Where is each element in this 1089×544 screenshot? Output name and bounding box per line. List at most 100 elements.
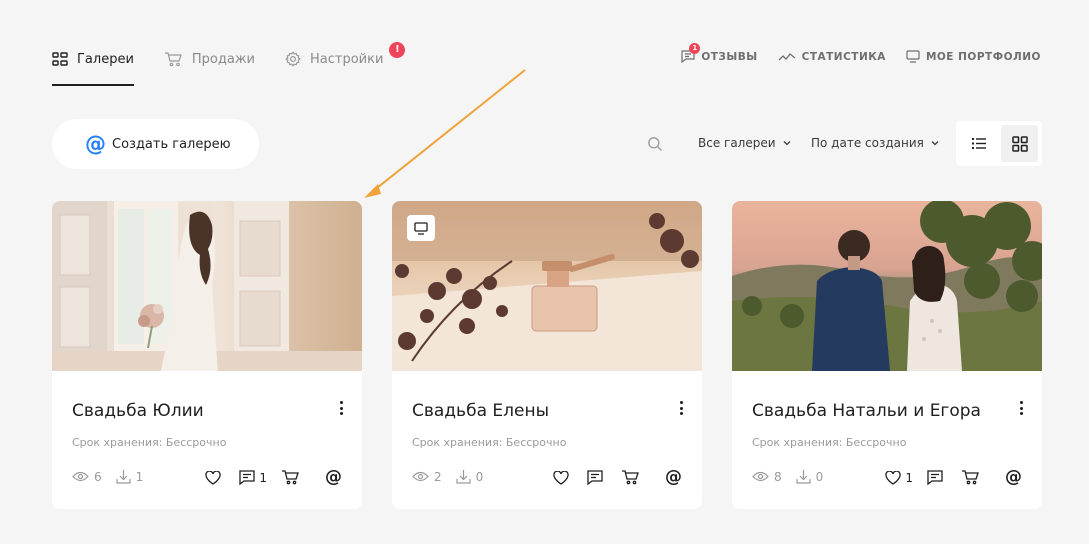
gallery-actions: @ <box>539 469 682 486</box>
create-gallery-label: Создать галерею <box>112 136 231 152</box>
gallery-card[interactable]: Свадьба Елены Срок хранения: Бессрочно 2… <box>392 201 702 509</box>
likes-value: 1 <box>905 470 913 485</box>
gallery-cover-photo[interactable] <box>392 201 702 371</box>
share-email-icon[interactable]: @ <box>325 469 342 486</box>
more-options-button[interactable] <box>678 401 684 415</box>
search-icon[interactable] <box>647 136 663 152</box>
eye-icon <box>752 471 769 482</box>
list-icon <box>971 138 986 149</box>
nav-stats-label: СТАТИСТИКА <box>801 50 886 63</box>
heart-icon <box>553 470 569 485</box>
nav-tab-galleries-label: Галереи <box>77 51 134 67</box>
gallery-card[interactable]: Свадьба Натальи и Егора Срок хранения: Б… <box>732 201 1042 509</box>
grid-icon <box>1011 135 1028 152</box>
gallery-stats: 6 1 <box>72 469 157 484</box>
main-nav: Галереи Продажи Настройки ! <box>52 40 413 86</box>
nav-portfolio-label: МОЕ ПОРТФОЛИО <box>925 50 1041 63</box>
secondary-nav: 1 ОТЗЫВЫ СТАТИСТИКА МОЕ ПОРТФОЛИО <box>661 43 1041 63</box>
more-options-button[interactable] <box>338 401 344 415</box>
nav-tab-settings[interactable]: Настройки ! <box>285 40 406 78</box>
sort-dropdown[interactable]: По дате создания <box>811 136 939 150</box>
views-count: 8 <box>752 470 782 484</box>
gallery-stats: 8 0 <box>752 469 837 484</box>
cover-marker <box>407 215 435 241</box>
share-email-icon[interactable]: @ <box>665 469 682 486</box>
comments-button[interactable]: 1 <box>239 470 267 485</box>
likes-button[interactable]: 1 <box>885 470 913 485</box>
nav-tab-sales-label: Продажи <box>191 51 256 67</box>
settings-alert-badge: ! <box>389 42 406 58</box>
views-count: 2 <box>412 470 442 484</box>
at-icon: @ <box>85 131 106 156</box>
comment-icon <box>587 470 603 485</box>
shop-button[interactable] <box>621 470 639 485</box>
views-count: 6 <box>72 470 102 484</box>
view-toggle <box>956 121 1042 166</box>
grid-icon <box>52 52 68 66</box>
sort-label: По дате создания <box>811 136 924 150</box>
cart-icon <box>282 470 299 485</box>
cover-image-perfume-flowers <box>392 201 702 371</box>
downloads-count: 0 <box>796 469 824 484</box>
download-icon <box>456 470 471 484</box>
create-gallery-button[interactable]: @ Создать галерею <box>52 119 259 169</box>
gallery-title[interactable]: Свадьба Елены <box>412 401 549 421</box>
storage-period: Срок хранения: Бессрочно <box>72 436 227 449</box>
comment-icon <box>239 470 256 485</box>
reviews-count-badge: 1 <box>689 43 701 54</box>
downloads-count: 0 <box>456 469 484 484</box>
monitor-icon <box>414 221 428 235</box>
gallery-title[interactable]: Свадьба Натальи и Егора <box>752 401 981 421</box>
comments-button[interactable] <box>927 470 947 485</box>
eye-icon <box>412 471 429 482</box>
views-value: 8 <box>774 469 782 484</box>
monitor-icon <box>906 50 920 63</box>
gallery-cover-photo[interactable] <box>732 201 1042 371</box>
heart-icon <box>885 470 902 485</box>
trend-icon <box>778 52 796 60</box>
downloads-value: 1 <box>135 469 144 484</box>
storage-period: Срок хранения: Бессрочно <box>752 436 907 449</box>
gallery-title[interactable]: Свадьба Юлии <box>72 401 204 421</box>
download-icon <box>116 470 131 484</box>
nav-reviews-label: ОТЗЫВЫ <box>701 50 758 63</box>
nav-reviews-link[interactable]: 1 ОТЗЫВЫ <box>681 43 758 63</box>
nav-tab-galleries[interactable]: Галереи <box>52 40 134 86</box>
downloads-value: 0 <box>475 469 484 484</box>
eye-icon <box>72 471 89 482</box>
download-icon <box>796 470 811 484</box>
views-value: 6 <box>94 469 102 484</box>
gallery-card[interactable]: Свадьба Юлии Срок хранения: Бессрочно 6 … <box>52 201 362 509</box>
cover-image-couple-sunset <box>732 201 1042 371</box>
downloads-value: 0 <box>815 469 824 484</box>
likes-button[interactable] <box>553 470 573 485</box>
nav-portfolio-link[interactable]: МОЕ ПОРТФОЛИО <box>906 50 1041 63</box>
comments-button[interactable] <box>587 470 607 485</box>
likes-button[interactable] <box>205 470 225 485</box>
nav-stats-link[interactable]: СТАТИСТИКА <box>778 51 886 63</box>
more-options-button[interactable] <box>1018 401 1024 415</box>
list-view-button[interactable] <box>960 125 997 162</box>
share-email-icon[interactable]: @ <box>1005 469 1022 486</box>
chevron-down-icon <box>783 141 791 146</box>
chevron-down-icon <box>931 141 939 146</box>
shop-button[interactable] <box>281 470 299 485</box>
nav-tab-settings-label: Настройки <box>310 51 384 67</box>
cart-icon <box>962 470 979 485</box>
storage-period: Срок хранения: Бессрочно <box>412 436 567 449</box>
cart-icon <box>622 470 639 485</box>
gallery-filter-dropdown[interactable]: Все галереи <box>698 136 791 150</box>
comment-icon <box>927 470 943 485</box>
gallery-cover-photo[interactable] <box>52 201 362 374</box>
shop-button[interactable] <box>961 470 979 485</box>
heart-icon <box>205 470 222 485</box>
grid-view-button[interactable] <box>1001 125 1038 162</box>
nav-tab-sales[interactable]: Продажи <box>164 40 255 78</box>
gallery-filter-label: Все галереи <box>698 136 776 150</box>
cover-image-bride-window <box>52 201 362 374</box>
cart-icon <box>164 52 182 67</box>
gallery-actions: 1 @ <box>191 469 342 486</box>
views-value: 2 <box>434 469 442 484</box>
gallery-stats: 2 0 <box>412 469 497 484</box>
gear-icon <box>285 51 301 67</box>
